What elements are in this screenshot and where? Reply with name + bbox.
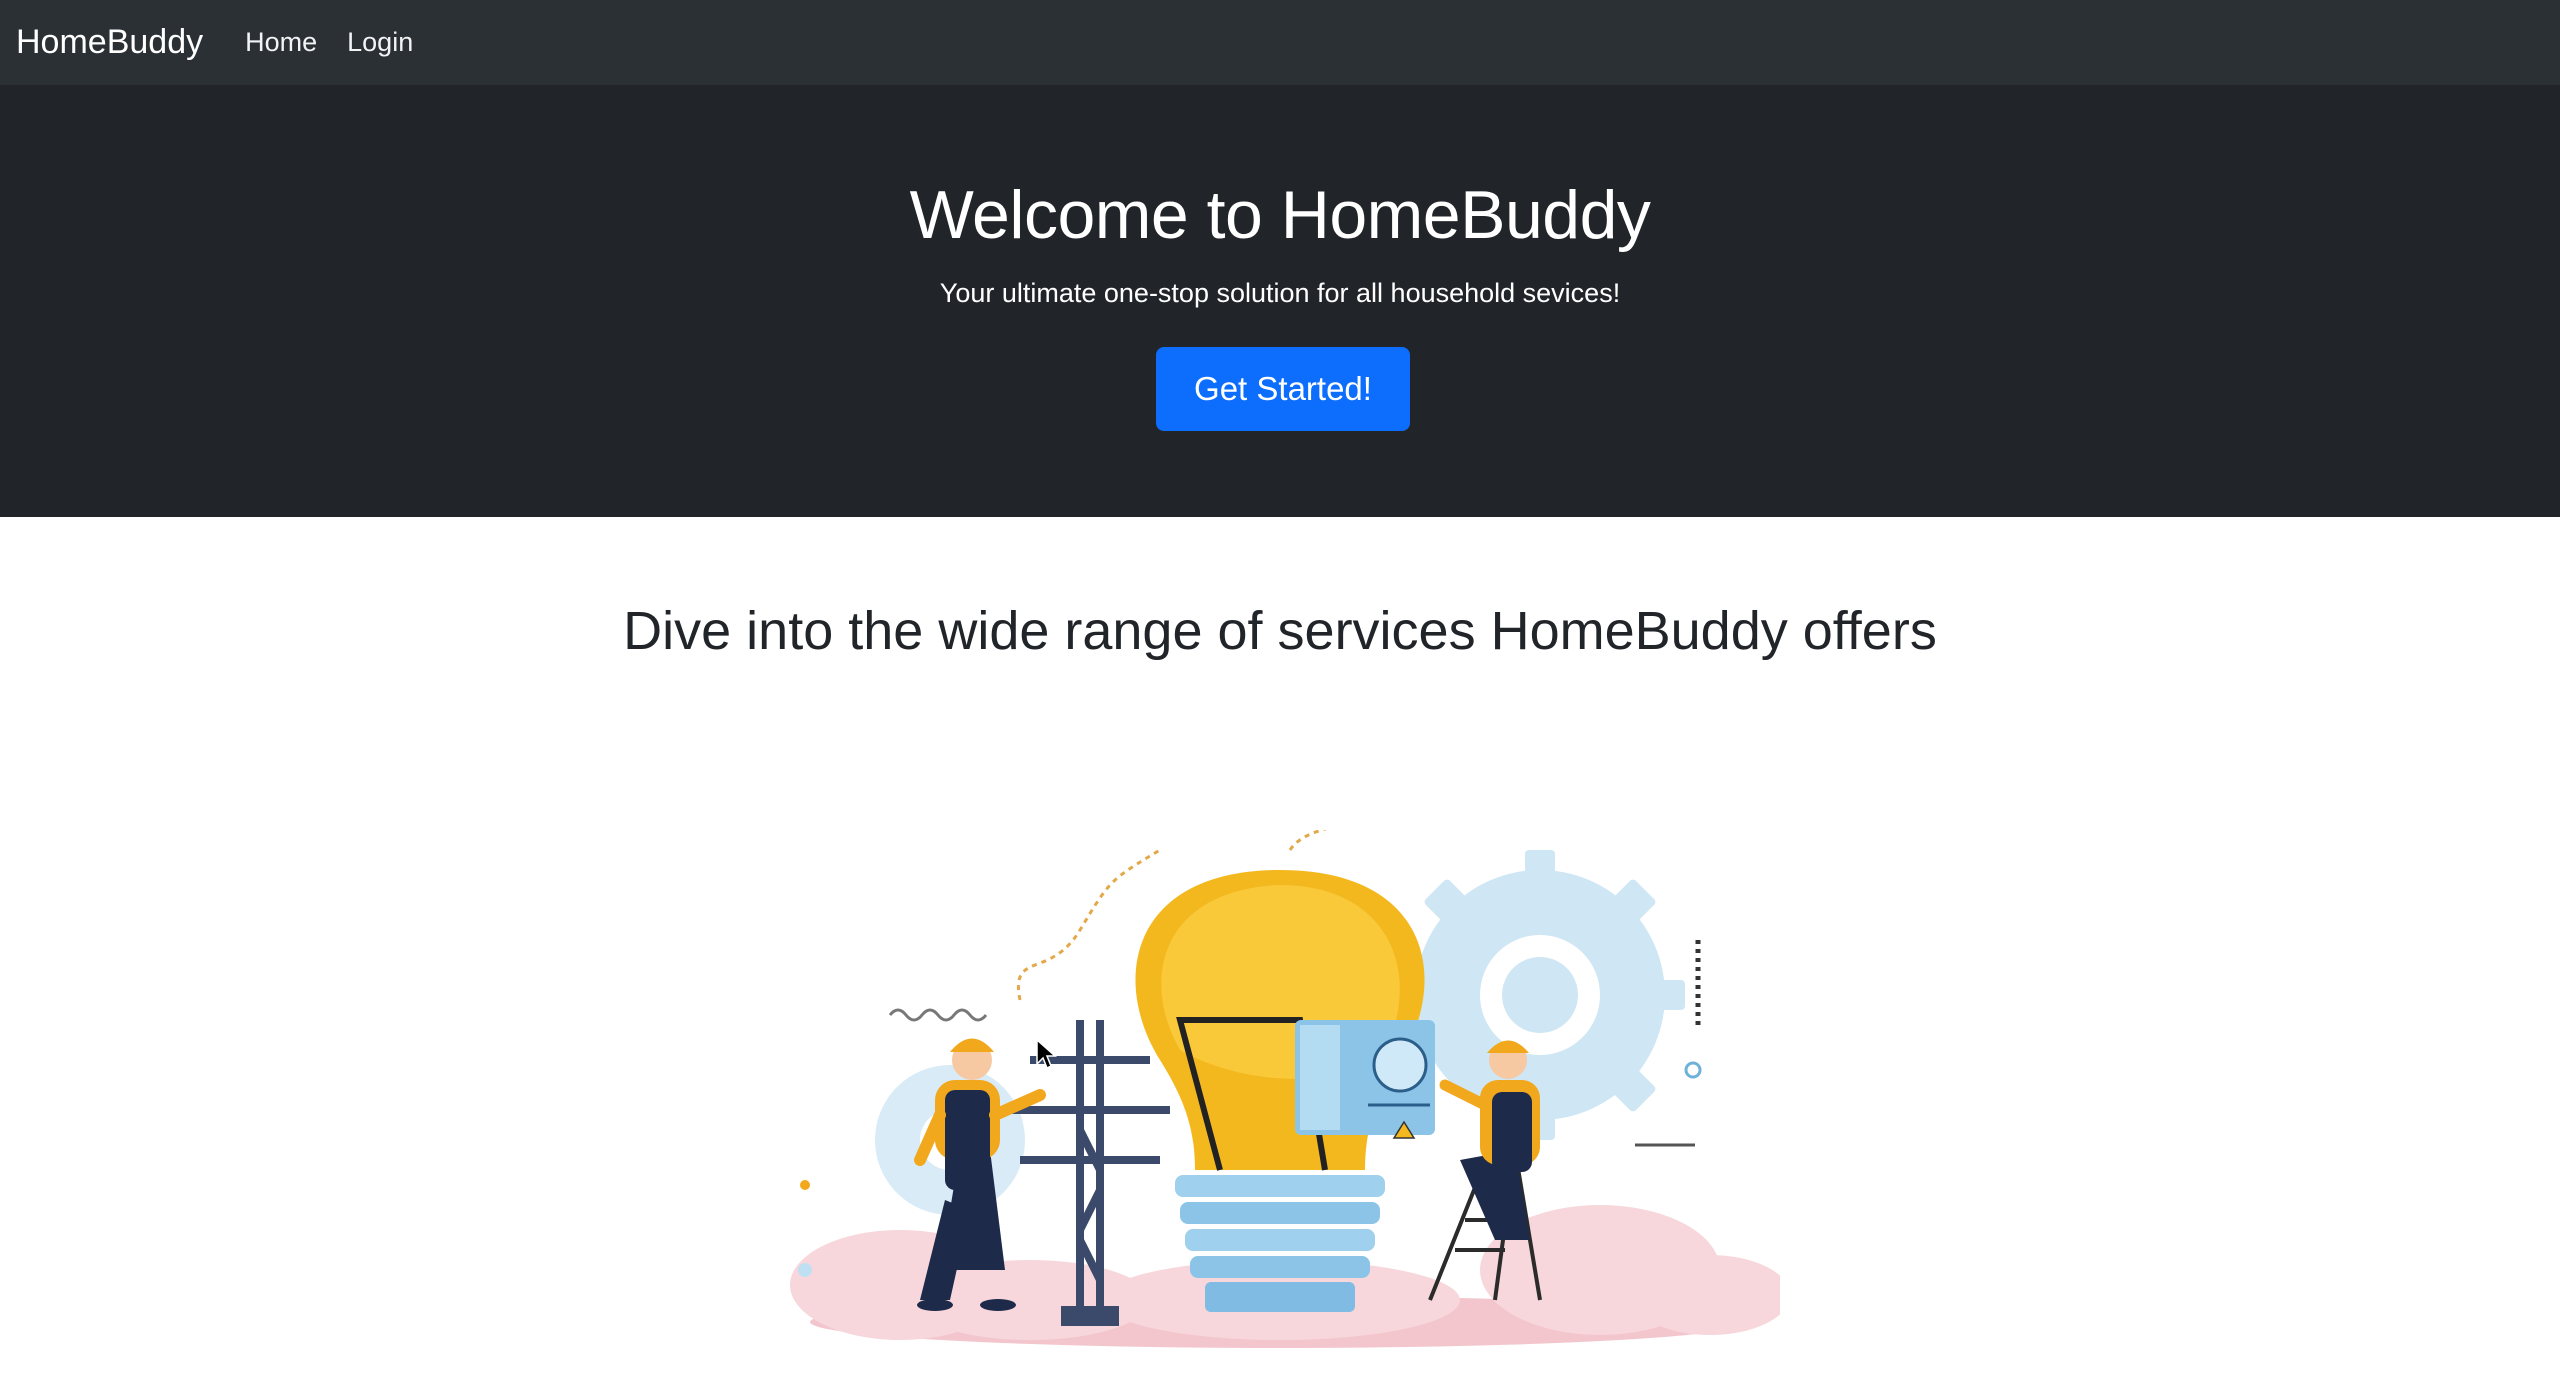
navbar-brand[interactable]: HomeBuddy	[16, 23, 203, 62]
get-started-button[interactable]: Get Started!	[1156, 347, 1410, 431]
gear-large	[1395, 850, 1685, 1140]
mouse-cursor-icon	[1036, 1038, 1057, 1070]
hero-section: Welcome to HomeBuddy Your ultimate one-s…	[0, 85, 2560, 517]
nav-link-login[interactable]: Login	[347, 27, 413, 58]
electricians-illustration	[790, 830, 1780, 1348]
services-heading: Dive into the wide range of services Hom…	[623, 601, 1937, 661]
nav-link-home[interactable]: Home	[245, 27, 317, 58]
hero-subtitle: Your ultimate one-stop solution for all …	[939, 278, 1621, 308]
navbar: HomeBuddy Home Login	[0, 0, 2560, 85]
dot-left-2	[798, 1263, 812, 1277]
hero-title: Welcome to HomeBuddy	[909, 177, 1651, 253]
dotted-wire-2	[1288, 830, 1327, 851]
dot-left-1	[800, 1180, 810, 1190]
ring-dot	[1684, 1061, 1702, 1079]
electrical-box	[1295, 1020, 1435, 1139]
squiggle-line	[888, 1008, 988, 1022]
